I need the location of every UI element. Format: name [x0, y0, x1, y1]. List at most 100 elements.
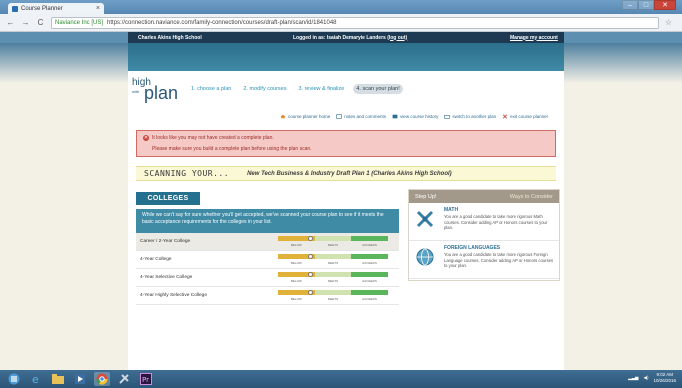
meter-label-meets: MEETS — [327, 279, 339, 283]
college-type: 4-Year College — [140, 257, 172, 262]
svg-text:e: e — [32, 373, 39, 385]
browser-tab[interactable]: Course Planner × — [8, 3, 104, 14]
clock-date: 10/26/2016 — [653, 377, 676, 383]
math-tools-icon — [416, 210, 434, 228]
step-review-finalize[interactable]: 3. review & finalize — [295, 84, 347, 94]
notes-icon — [336, 114, 342, 119]
tools-icon — [119, 374, 129, 384]
exit-icon — [503, 114, 508, 119]
site-header-bar: Charles Akins High School Logged in as: … — [128, 32, 564, 43]
taskbar-media[interactable] — [72, 372, 88, 386]
folder-icon — [52, 374, 64, 384]
meter-label-meets: MEETS — [327, 243, 339, 247]
taskbar-chrome[interactable] — [94, 372, 110, 386]
recommendation-foreign-languages: FOREIGN LANGUAGES You are a good candida… — [409, 241, 559, 279]
course-planner-page: high with plan 1. choose a plan 2. modif… — [128, 71, 564, 370]
clock[interactable]: 9:02 AM 10/26/2016 — [653, 372, 676, 384]
switch-icon — [444, 115, 451, 119]
address-bar[interactable]: Naviance Inc [US] https://connection.nav… — [51, 16, 659, 29]
scanning-banner: SCANNING YOUR... New Tech Business & Ind… — [136, 166, 556, 181]
subnav-switch-label: switch to another plan — [452, 114, 497, 119]
minimize-button[interactable]: – — [622, 0, 638, 10]
window-controls: – □ ✕ — [622, 0, 676, 10]
step-modify-courses[interactable]: 2. modify courses — [240, 84, 289, 94]
meter-label-exceeds: EXCEEDS — [362, 243, 377, 247]
alert-error-icon: ✕ — [143, 135, 149, 141]
alert-description: Please make sure you build a complete pl… — [152, 146, 312, 152]
college-row[interactable]: Career / 2-Year College BELOW MEETS EXCE… — [136, 233, 399, 251]
browser-titlebar: Course Planner × – □ ✕ — [0, 0, 682, 14]
subnav-switch[interactable]: switch to another plan — [444, 114, 496, 119]
logout-link[interactable]: (log out) — [387, 35, 407, 41]
meter-label-meets: MEETS — [327, 261, 339, 265]
page-background-right — [564, 43, 682, 370]
meter-label-exceeds: EXCEEDS — [362, 261, 377, 265]
recommendation-text: You are a good candidate to take more ri… — [444, 214, 548, 231]
forward-button[interactable]: → — [21, 18, 30, 27]
logged-in-text: Logged in as: Isaiah Demaryie Landers (l… — [293, 35, 407, 41]
svg-text:Pr: Pr — [142, 376, 149, 384]
globe-icon — [416, 248, 434, 266]
college-row[interactable]: 4-Year Selective College BELOW MEETS EXC… — [136, 269, 399, 287]
back-button[interactable]: ← — [6, 18, 15, 27]
step-choose-plan[interactable]: 1. choose a plan — [188, 84, 234, 94]
college-type: Career / 2-Year College — [140, 239, 191, 244]
scanned-plan-name: New Tech Business & Industry Draft Plan … — [247, 170, 452, 177]
start-button[interactable] — [6, 372, 22, 386]
meter-label-meets: MEETS — [327, 297, 339, 301]
incomplete-plan-alert: ✕ It looks like you may not have created… — [136, 130, 556, 157]
windows-taskbar: e Pr ▂▃▅ ◀) 9:02 AM 10/26/2016 — [0, 370, 682, 388]
subnav-exit-label: exit course planner — [510, 114, 549, 119]
taskbar-ie[interactable]: e — [28, 372, 44, 386]
school-name: Charles Akins High School — [138, 34, 202, 41]
windows-logo-icon — [8, 373, 20, 385]
system-tray: ▂▃▅ ◀) 9:02 AM 10/26/2016 — [628, 372, 676, 384]
college-row[interactable]: 4-Year College BELOW MEETS EXCEEDS — [136, 251, 399, 269]
meter-label-below: BELOW — [290, 261, 302, 265]
recommendation-text: You are a good candidate to take more ri… — [444, 252, 554, 269]
browser-toolbar: ← → C Naviance Inc [US] https://connecti… — [0, 14, 682, 32]
taskbar-app[interactable] — [116, 372, 132, 386]
scanning-label: SCANNING YOUR... — [144, 169, 230, 178]
college-row[interactable]: 4-Year Highly Selective College BELOW ME… — [136, 287, 399, 305]
colleges-panel: COLLEGES While we can't say for sure whe… — [136, 192, 399, 310]
header-band — [128, 43, 564, 71]
volume-icon[interactable]: ◀) — [644, 375, 649, 381]
internet-explorer-icon: e — [32, 373, 39, 385]
media-player-icon — [75, 374, 85, 384]
step-up-panel: Step Up! Ways to Consider MATH You are a… — [408, 189, 560, 281]
manage-account-link[interactable]: Manage my account — [510, 35, 558, 41]
recommendation-title: MATH — [444, 207, 459, 213]
meter-label-below: BELOW — [290, 279, 302, 283]
high-school-plan-logo: high with plan — [132, 77, 188, 105]
subnav-history[interactable]: view course history — [392, 114, 438, 119]
meter-label-exceeds: EXCEEDS — [362, 297, 377, 301]
reload-button[interactable]: C — [36, 18, 45, 27]
premiere-icon: Pr — [140, 373, 152, 385]
subnav-notes-label: notes and comments — [344, 114, 387, 119]
bookmark-star-icon[interactable]: ☆ — [665, 18, 672, 27]
page-background-left — [0, 43, 128, 370]
subnav-exit[interactable]: exit course planner — [502, 114, 548, 119]
tab-step-up[interactable]: Step Up! — [415, 194, 436, 200]
subnav-notes[interactable]: notes and comments — [336, 114, 386, 119]
favicon-icon — [12, 5, 18, 12]
meter-label-below: BELOW — [290, 243, 302, 247]
college-type: 4-Year Selective College — [140, 275, 193, 280]
tab-ways-to-consider[interactable]: Ways to Consider — [510, 194, 553, 200]
college-type: 4-Year Highly Selective College — [140, 293, 208, 298]
subnav-home[interactable]: course planner home — [280, 114, 330, 119]
taskbar-explorer[interactable] — [50, 372, 66, 386]
history-icon — [392, 114, 398, 119]
close-window-button[interactable]: ✕ — [654, 0, 676, 10]
meter-label-below: BELOW — [290, 297, 302, 301]
recommendation-math: MATH You are a good candidate to take mo… — [409, 203, 559, 241]
tab-close-button[interactable]: × — [96, 5, 100, 12]
step-scan-plan[interactable]: 4. scan your plan! — [353, 84, 403, 94]
meter-labels: BELOW MEETS EXCEEDS — [278, 243, 388, 247]
maximize-button[interactable]: □ — [638, 0, 654, 10]
meter-labels: BELOW MEETS EXCEEDS — [278, 261, 388, 265]
taskbar-premiere[interactable]: Pr — [138, 372, 154, 386]
home-icon — [280, 114, 286, 119]
network-icon[interactable]: ▂▃▅ — [628, 375, 638, 381]
